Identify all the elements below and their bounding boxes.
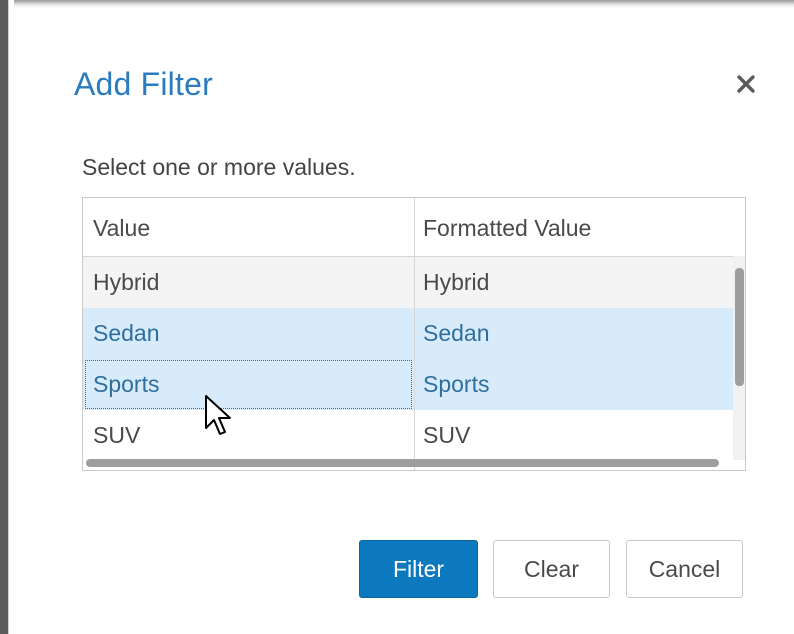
horizontal-scrollbar-thumb[interactable] <box>86 459 719 467</box>
window-top-edge <box>0 0 794 8</box>
cell-formatted-value: Sedan <box>423 320 490 346</box>
table-row[interactable]: SUV SUV <box>83 410 734 461</box>
instruction-text: Select one or more values. <box>82 154 356 180</box>
values-grid[interactable]: Value Formatted Value Hybrid Hybrid Seda… <box>82 197 746 471</box>
column-header-formatted-value[interactable]: Formatted Value <box>423 198 591 256</box>
column-header-value[interactable]: Value <box>93 198 150 256</box>
cell-formatted-value: Hybrid <box>423 269 490 295</box>
vertical-scrollbar-thumb[interactable] <box>735 268 744 386</box>
close-icon <box>737 75 755 93</box>
mouse-pointer-icon <box>205 395 231 435</box>
cell-formatted-value: Sports <box>423 371 490 397</box>
filter-button[interactable]: Filter <box>359 540 478 598</box>
table-row[interactable]: Sports Sports <box>83 359 734 410</box>
clear-button[interactable]: Clear <box>493 540 610 598</box>
add-filter-dialog: Add Filter Select one or more values. Va… <box>14 8 794 634</box>
table-row[interactable]: Hybrid Hybrid <box>83 257 734 308</box>
close-button[interactable] <box>730 68 762 100</box>
table-row[interactable]: Sedan Sedan <box>83 308 734 359</box>
cell-value: Sports <box>93 371 160 397</box>
cancel-button[interactable]: Cancel <box>626 540 743 598</box>
column-divider <box>414 198 415 470</box>
cell-value: Sedan <box>93 320 160 346</box>
cell-value: SUV <box>93 422 141 448</box>
cell-value: Hybrid <box>93 269 160 295</box>
window-left-edge <box>0 0 14 634</box>
screen: Add Filter Select one or more values. Va… <box>0 0 794 634</box>
dialog-title: Add Filter <box>74 66 213 102</box>
cell-formatted-value: SUV <box>423 422 471 448</box>
